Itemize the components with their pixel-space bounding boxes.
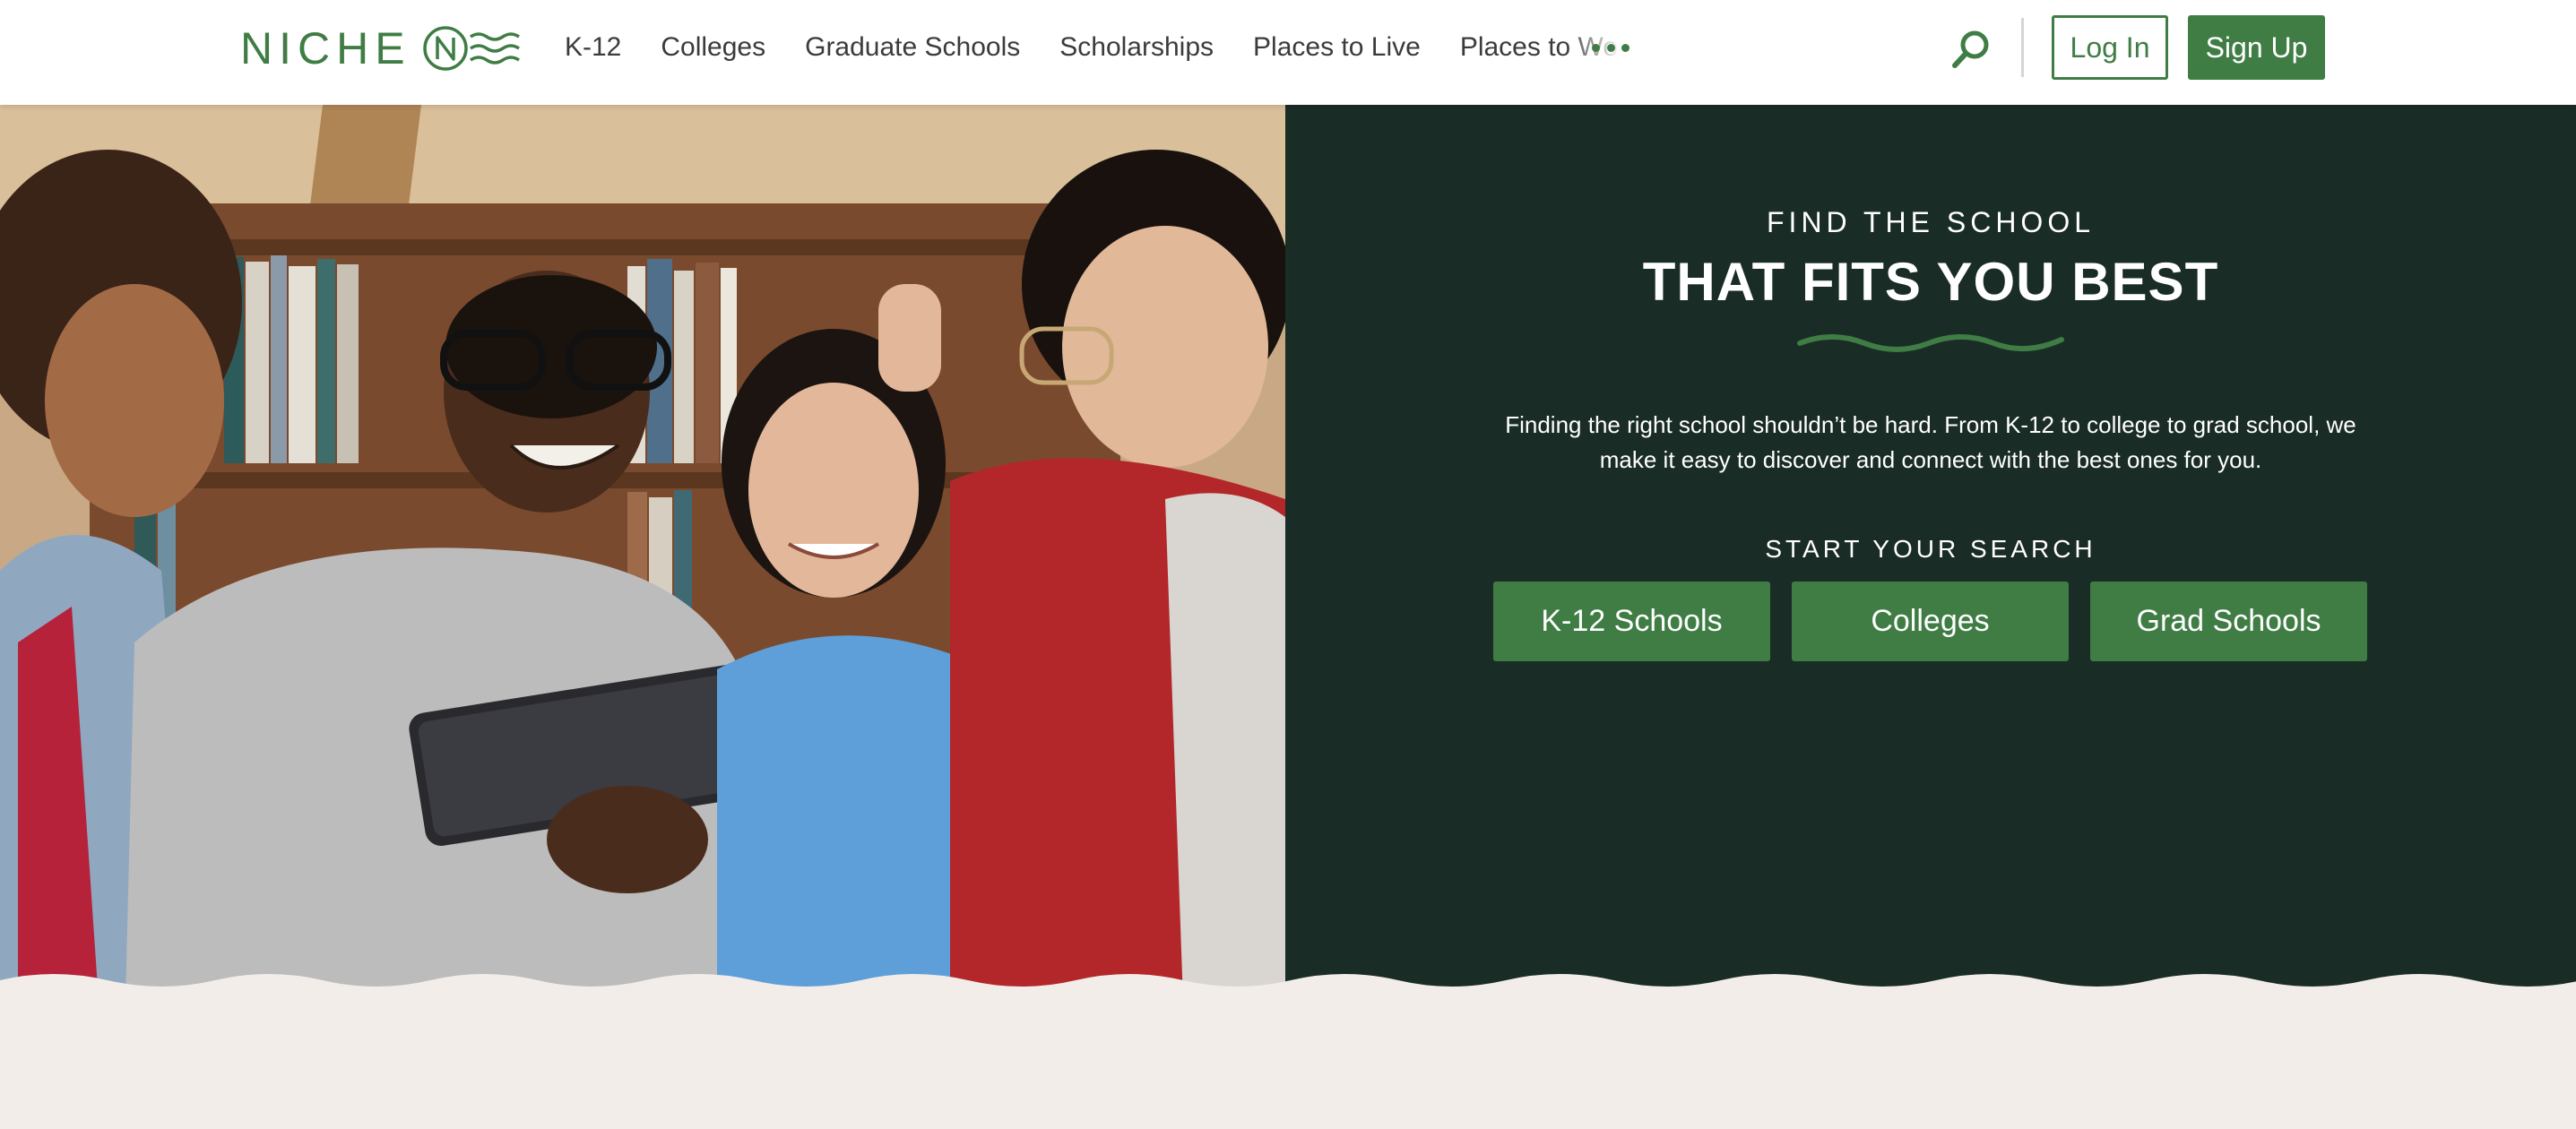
hero-intro-text: Finding the right school shouldn’t be ha… xyxy=(1505,411,2356,473)
nav-item-colleges[interactable]: Colleges xyxy=(661,27,765,68)
hero-panel: FIND THE SCHOOL THAT FITS YOU BEST Findi… xyxy=(1285,105,2576,1001)
search-buttons: K-12 Schools Colleges Grad Schools xyxy=(1493,582,2367,661)
colleges-button[interactable]: Colleges xyxy=(1792,582,2069,661)
hero-headline: THAT FITS YOU BEST xyxy=(1642,252,2219,312)
hero-photo xyxy=(0,105,1285,1001)
login-button[interactable]: Log In xyxy=(2052,15,2168,80)
lower-section xyxy=(0,996,2576,1129)
nav-item-graduate-schools[interactable]: Graduate Schools xyxy=(805,27,1020,68)
hero-kicker: FIND THE SCHOOL xyxy=(1767,206,2095,238)
grad-schools-button[interactable]: Grad Schools xyxy=(2090,582,2367,661)
main-nav: K-12 Colleges Graduate Schools Scholarsh… xyxy=(565,27,1621,68)
logo-wordmark: NICHE xyxy=(240,23,411,73)
nav-item-k12[interactable]: K-12 xyxy=(565,27,621,68)
signup-button[interactable]: Sign Up xyxy=(2188,15,2325,80)
nav-item-scholarships[interactable]: Scholarships xyxy=(1059,27,1214,68)
nav-item-places-to-live[interactable]: Places to Live xyxy=(1253,27,1421,68)
students-photo-illustration xyxy=(0,105,1285,1001)
site-header: NICHE K-12 Colleges Graduate Schools Sch… xyxy=(0,0,2576,105)
search-icon[interactable] xyxy=(1950,29,1992,70)
niche-logo[interactable]: NICHE xyxy=(240,23,521,73)
header-divider xyxy=(2021,18,2024,77)
k12-schools-button[interactable]: K-12 Schools xyxy=(1493,582,1770,661)
start-search-label: START YOUR SEARCH xyxy=(1765,535,2096,563)
squiggle-divider-icon xyxy=(1797,334,2064,352)
niche-wave-logo-icon xyxy=(422,26,520,71)
more-dots-icon[interactable] xyxy=(1592,32,1629,63)
